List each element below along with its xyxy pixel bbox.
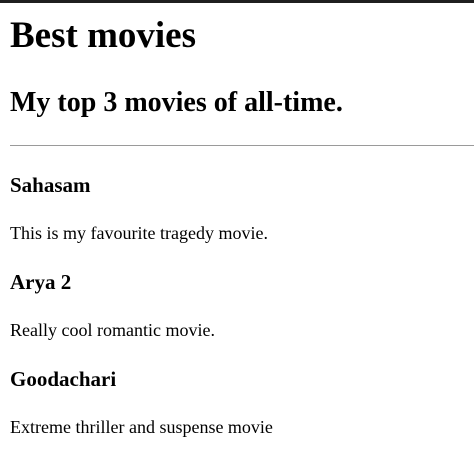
movie-title: Arya 2 [10, 270, 72, 294]
page-title: Best movies [10, 15, 196, 56]
movie-description: Extreme thriller and suspense movie [10, 417, 273, 437]
divider [10, 145, 474, 146]
top-border [0, 0, 474, 3]
page-subtitle: My top 3 movies of all-time. [10, 87, 343, 118]
movie-title: Goodachari [10, 367, 117, 391]
movie-title: Sahasam [10, 173, 91, 197]
movie-description: This is my favourite tragedy movie. [10, 223, 268, 243]
movie-description: Really cool romantic movie. [10, 320, 215, 340]
